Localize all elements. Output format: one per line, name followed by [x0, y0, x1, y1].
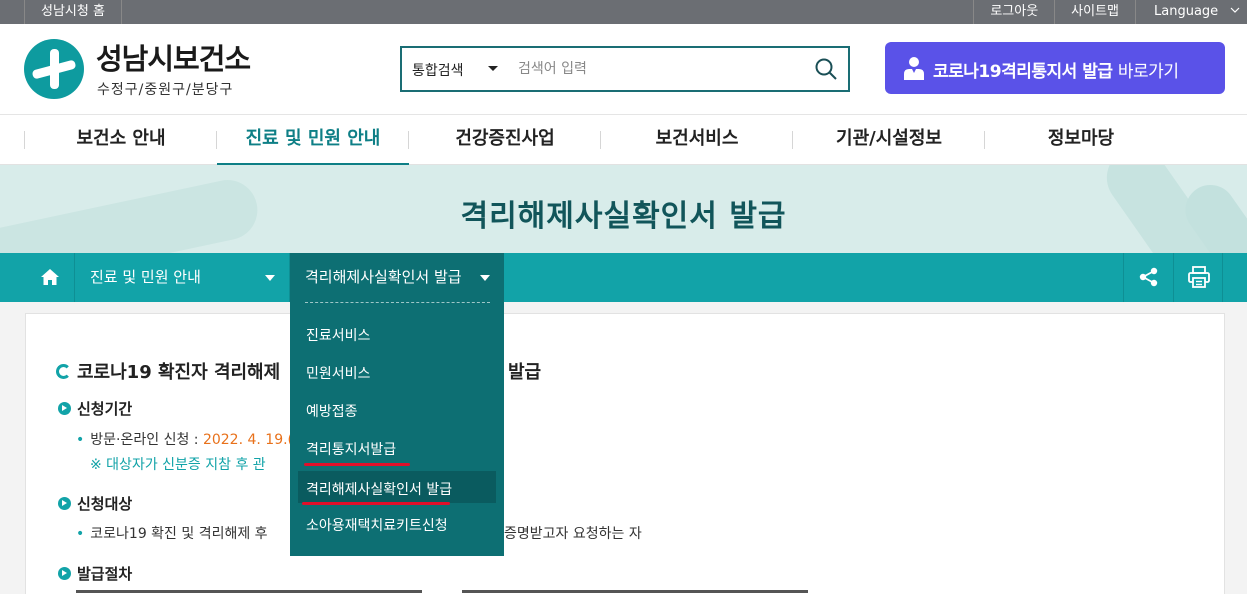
language-select[interactable]: Language: [1135, 0, 1247, 24]
red-underline: [304, 463, 410, 466]
arrow-circle-icon: [58, 402, 71, 415]
home-icon: [41, 269, 59, 285]
site-title[interactable]: 성남시보건소: [96, 36, 251, 78]
chevron-down-icon: [1230, 7, 1240, 13]
site-header: 성남시보건소 수정구/중원구/분당구 통합검색 코로나19격리통지서 발급 바로…: [0, 24, 1247, 115]
nav-item-facility-info[interactable]: 기관/시설정보: [793, 115, 985, 165]
share-button[interactable]: [1123, 253, 1173, 302]
language-label: Language: [1154, 4, 1219, 19]
printer-icon: [1188, 266, 1210, 288]
list-item: • 코로나19 확진 및 격리해제 후: [76, 526, 268, 542]
divider: [462, 590, 808, 593]
content-title: 코로나19 확진자 격리해제: [56, 358, 280, 384]
nav-item-health-services[interactable]: 보건서비스: [601, 115, 793, 165]
breadcrumb-depth2-select[interactable]: 격리해제사실확인서 발급: [290, 253, 504, 302]
notice-text: ※ 대상자가 신분증 지참 후 관: [90, 457, 266, 473]
list-item-continued: 증명받고자 요청하는 자: [504, 526, 642, 542]
list-item: • 방문·온라인 신청 : 2022. 4. 19.(: [76, 432, 294, 448]
nav-item-health-promotion[interactable]: 건강증진사업: [409, 115, 601, 165]
location-bar: 진료 및 민원 안내 격리해제사실확인서 발급: [0, 253, 1247, 302]
arrow-circle-icon: [58, 497, 71, 510]
caret-down-icon[interactable]: [488, 66, 498, 71]
breadcrumb-depth1-label: 진료 및 민원 안내: [90, 268, 201, 286]
nav-item-clinic-civil-info[interactable]: 진료 및 민원 안내: [217, 115, 409, 165]
search-bar: 통합검색: [400, 46, 850, 92]
content-area: 코로나19 확진자 격리해제 발급 신청기간 • 방문·온라인 신청 : 2022…: [25, 313, 1225, 594]
health-center-logo-icon[interactable]: [24, 39, 84, 99]
divider: [76, 590, 422, 593]
arrow-circle-icon: [58, 567, 71, 580]
search-scope-select[interactable]: 통합검색: [412, 60, 464, 80]
print-button[interactable]: [1173, 253, 1223, 302]
top-utility-bar: 성남시청 홈 로그아웃 사이트맵 Language: [0, 0, 1247, 24]
page-banner: 격리해제사실확인서 발급: [0, 165, 1247, 253]
caret-down-icon: [265, 275, 275, 281]
section-heading-procedure: 발급절차: [58, 563, 132, 584]
page-title: 격리해제사실확인서 발급: [460, 199, 787, 234]
sitemap-link[interactable]: 사이트맵: [1054, 0, 1135, 24]
section-heading-target: 신청대상: [58, 493, 132, 514]
breadcrumb-depth1-select[interactable]: 진료 및 민원 안내: [75, 253, 290, 302]
red-underline: [302, 502, 450, 505]
person-icon: [904, 57, 924, 80]
site-subtitle: 수정구/중원구/분당구: [97, 82, 234, 98]
nav-item-information[interactable]: 정보마당: [985, 115, 1177, 165]
search-icon[interactable]: [814, 57, 838, 81]
dropdown-item-vaccination[interactable]: 예방접종: [306, 401, 358, 421]
content-title-suffix: 발급: [508, 362, 542, 383]
share-icon: [1139, 267, 1158, 287]
dropdown-item-civil-service[interactable]: 민원서비스: [306, 363, 370, 383]
search-input[interactable]: [518, 56, 798, 82]
nav-item-health-center-info[interactable]: 보건소 안내: [25, 115, 217, 165]
logout-link[interactable]: 로그아웃: [973, 0, 1054, 24]
dropdown-item-kids-test-kit[interactable]: 소아용재택치료키트신청: [306, 515, 448, 535]
section-heading-period: 신청기간: [58, 398, 132, 419]
depth2-dropdown-menu: 진료서비스 민원서비스 예방접종 격리통지서발급 격리해제사실확인서 발급 소아…: [290, 302, 504, 556]
city-hall-home-link[interactable]: 성남시청 홈: [24, 0, 122, 24]
breadcrumb-depth2-label: 격리해제사실확인서 발급: [305, 268, 462, 286]
home-button[interactable]: [25, 253, 75, 302]
top-utility-links: 로그아웃 사이트맵 Language: [973, 0, 1247, 24]
covid-quarantine-notice-button[interactable]: 코로나19격리통지서 발급 바로가기: [885, 42, 1225, 94]
dropdown-item-clinic-service[interactable]: 진료서비스: [306, 325, 370, 345]
dashed-divider: [305, 302, 490, 303]
main-navigation: 보건소 안내 진료 및 민원 안내 건강증진사업 보건서비스 기관/시설정보 정…: [0, 115, 1247, 165]
dropdown-item-quarantine-notice[interactable]: 격리통지서발급: [306, 439, 396, 459]
covid-button-label: 코로나19격리통지서 발급 바로가기: [933, 62, 1179, 82]
ring-icon: [56, 364, 71, 379]
caret-down-icon: [480, 275, 490, 281]
dropdown-item-quarantine-release[interactable]: 격리해제사실확인서 발급: [298, 471, 496, 503]
